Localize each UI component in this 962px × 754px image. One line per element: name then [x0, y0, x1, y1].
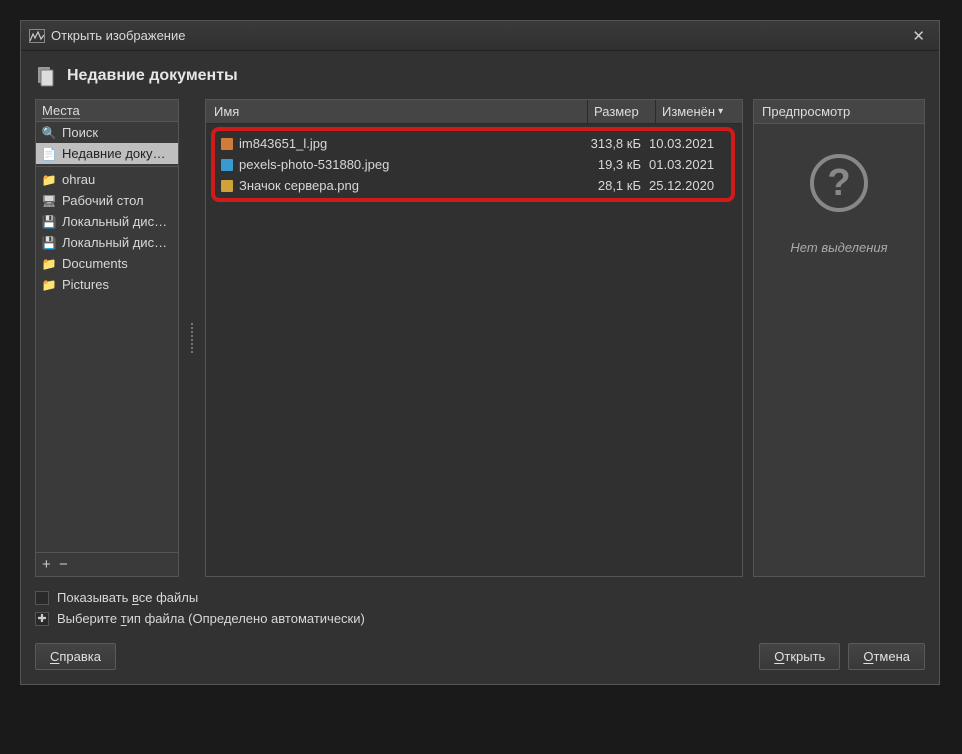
preview-panel: Предпросмотр ? Нет выделения [753, 99, 925, 577]
folder-icon: 📁 [42, 173, 56, 187]
highlighted-file-rows: im843651_l.jpg313,8 кБ10.03.2021pexels-p… [211, 127, 735, 202]
folder-icon: 📁 [42, 278, 56, 292]
file-name: im843651_l.jpg [239, 136, 579, 151]
sidebar-item-label: Недавние доку… [62, 146, 166, 161]
sidebar-item-5[interactable]: 💾 Локальный дис… [36, 232, 178, 253]
sidebar-item-4[interactable]: 💾 Локальный дис… [36, 211, 178, 232]
file-size: 19,3 кБ [579, 157, 647, 172]
file-date: 25.12.2020 [647, 178, 727, 193]
file-name: Значок сервера.png [239, 178, 579, 193]
file-date: 10.03.2021 [647, 136, 727, 151]
drive-icon: 💾 [42, 215, 56, 229]
column-size[interactable]: Размер [588, 100, 656, 123]
no-preview-icon: ? [810, 154, 868, 212]
column-modified[interactable]: Изменён ▾ [656, 100, 742, 123]
file-name: pexels-photo-531880.jpeg [239, 157, 579, 172]
sort-desc-icon: ▾ [718, 106, 723, 117]
sidebar-item-2[interactable]: 📁 ohrau [36, 169, 178, 190]
header: Недавние документы [35, 61, 925, 99]
file-date: 01.03.2021 [647, 157, 727, 172]
recent-documents-icon [35, 65, 57, 87]
image-file-icon [219, 137, 235, 151]
close-icon[interactable]: ✕ [906, 25, 931, 47]
app-icon [29, 29, 45, 43]
column-name[interactable]: Имя [206, 100, 588, 123]
no-selection-label: Нет выделения [790, 240, 887, 255]
open-image-dialog: Открыть изображение ✕ Недавние документы… [20, 20, 940, 685]
show-all-files-label[interactable]: Показывать все файлы [57, 590, 198, 605]
sidebar-item-3[interactable]: 🖥 Рабочий стол [36, 190, 178, 211]
options-area: Показывать все файлы ✚ Выберите тип файл… [35, 577, 925, 629]
help-button[interactable]: Справка [35, 643, 116, 670]
remove-place-button[interactable]: − [59, 556, 68, 573]
sidebar-item-label: Поиск [62, 125, 98, 140]
header-title: Недавние документы [67, 67, 238, 85]
places-panel: Места 🔍 Поиск 📄 Недавние доку… 📁 ohrau 🖥 Рабочи… [35, 99, 179, 577]
file-list-panel: Имя Размер Изменён ▾ im843651_l.jpg313,8… [205, 99, 743, 577]
sidebar-item-7[interactable]: 📁 Pictures [36, 274, 178, 295]
file-row[interactable]: im843651_l.jpg313,8 кБ10.03.2021 [215, 133, 731, 154]
cancel-button[interactable]: Отмена [848, 643, 925, 670]
places-footer: + − [36, 552, 178, 576]
sidebar-item-1[interactable]: 📄 Недавние доку… [36, 143, 178, 164]
file-size: 28,1 кБ [579, 178, 647, 193]
file-row[interactable]: Значок сервера.png28,1 кБ25.12.2020 [215, 175, 731, 196]
add-place-button[interactable]: + [42, 556, 51, 573]
sidebar-item-label: ohrau [62, 172, 95, 187]
sidebar-item-label: Локальный дис… [62, 214, 167, 229]
drive-icon: 💾 [42, 236, 56, 250]
desktop-icon: 🖥 [42, 194, 56, 208]
search-icon: 🔍 [42, 126, 56, 140]
image-file-icon [219, 179, 235, 193]
places-header[interactable]: Места [36, 100, 178, 122]
image-file-icon [219, 158, 235, 172]
sidebar-item-label: Рабочий стол [62, 193, 144, 208]
sidebar-item-0[interactable]: 🔍 Поиск [36, 122, 178, 143]
recent-icon: 📄 [42, 147, 56, 161]
sidebar-item-label: Локальный дис… [62, 235, 167, 250]
show-all-files-checkbox[interactable] [35, 591, 49, 605]
sidebar-item-label: Documents [62, 256, 128, 271]
open-button[interactable]: Открыть [759, 643, 840, 670]
pane-resize-gripper[interactable] [189, 99, 195, 577]
filetype-expander[interactable]: ✚ [35, 612, 49, 626]
preview-header: Предпросмотр [754, 100, 924, 124]
file-row[interactable]: pexels-photo-531880.jpeg19,3 кБ01.03.202… [215, 154, 731, 175]
dialog-title: Открыть изображение [51, 28, 185, 43]
folder-icon: 📁 [42, 257, 56, 271]
sidebar-item-6[interactable]: 📁 Documents [36, 253, 178, 274]
filetype-label[interactable]: Выберите тип файла (Определено автоматич… [57, 611, 365, 626]
titlebar[interactable]: Открыть изображение ✕ [21, 21, 939, 51]
file-size: 313,8 кБ [579, 136, 647, 151]
sidebar-item-label: Pictures [62, 277, 109, 292]
